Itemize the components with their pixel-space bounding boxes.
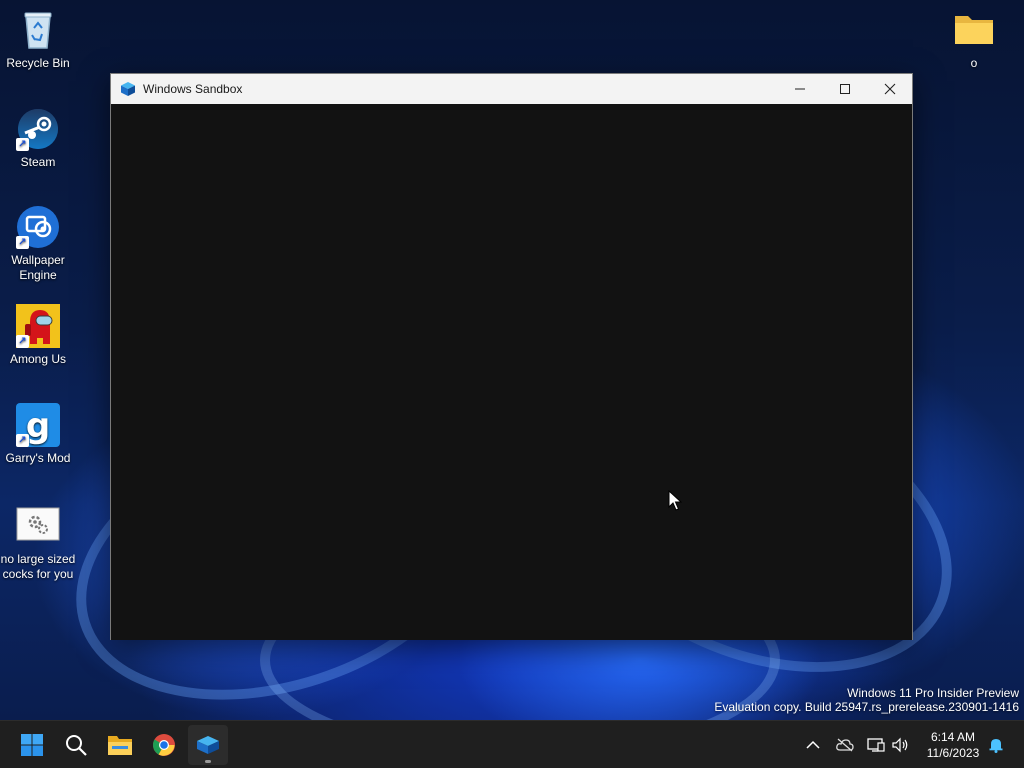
windows-sandbox-icon xyxy=(197,736,219,754)
start-button[interactable] xyxy=(12,725,52,765)
mouse-cursor-icon xyxy=(668,490,682,511)
windows-sandbox-taskbar-button[interactable] xyxy=(188,725,228,765)
running-indicator xyxy=(205,760,211,763)
minimize-icon xyxy=(795,88,805,90)
folder-icon xyxy=(952,8,996,52)
desktop-icon-label: Among Us xyxy=(9,352,67,366)
windows-start-icon xyxy=(21,734,43,756)
desktop-icon-wallpaper-engine[interactable]: ↗ Wallpaper Engine xyxy=(0,205,76,283)
desktop-icon-settings-file[interactable]: no large sized cocks for you xyxy=(0,504,76,582)
notifications-button[interactable] xyxy=(986,735,1006,755)
desktop-icon-garrys-mod[interactable]: g ↗ Garry's Mod xyxy=(0,403,76,466)
windows-sandbox-icon xyxy=(121,82,135,96)
search-icon xyxy=(66,735,87,756)
shortcut-arrow-icon: ↗ xyxy=(16,236,29,249)
settings-file-icon xyxy=(16,504,60,548)
recycle-bin-icon xyxy=(16,8,60,52)
desktop-icon-recycle-bin[interactable]: Recycle Bin xyxy=(0,8,76,71)
notification-bell-icon xyxy=(989,739,1003,753)
maximize-button[interactable] xyxy=(822,74,868,104)
volume-control[interactable] xyxy=(891,735,911,755)
network-status[interactable] xyxy=(866,735,886,755)
desktop-icon-folder[interactable]: o xyxy=(936,8,1012,71)
window-title: Windows Sandbox xyxy=(143,82,243,96)
chrome-button[interactable] xyxy=(144,725,184,765)
steam-icon: ↗ xyxy=(16,107,60,151)
desktop-icon-steam[interactable]: ↗ Steam xyxy=(0,107,76,170)
volume-icon xyxy=(892,737,908,753)
close-icon xyxy=(884,83,896,95)
chevron-up-icon xyxy=(806,740,820,749)
show-hidden-icons-button[interactable] xyxy=(803,735,823,755)
shortcut-arrow-icon: ↗ xyxy=(16,335,29,348)
network-icon xyxy=(867,738,885,752)
onedrive-status[interactable] xyxy=(835,735,855,755)
close-button[interactable] xyxy=(867,74,913,104)
desktop-icon-label: no large sized cocks for you xyxy=(0,552,76,581)
clock-time: 6:14 AM xyxy=(930,730,976,744)
chrome-icon xyxy=(153,734,175,756)
desktop-icon-label: Garry's Mod xyxy=(5,451,71,465)
minimize-button[interactable] xyxy=(777,74,823,104)
evaluation-watermark: Windows 11 Pro Insider Preview Evaluatio… xyxy=(714,686,1019,714)
shortcut-arrow-icon: ↗ xyxy=(16,434,29,447)
file-explorer-icon xyxy=(108,736,132,755)
watermark-line-1: Windows 11 Pro Insider Preview xyxy=(847,686,1019,700)
clock-date: 11/6/2023 xyxy=(926,746,980,760)
desktop-icon-label: Steam xyxy=(20,155,56,169)
taskbar-clock[interactable]: 6:14 AM 11/6/2023 xyxy=(918,729,988,761)
window-titlebar[interactable]: Windows Sandbox xyxy=(111,74,912,104)
taskbar: 6:14 AM 11/6/2023 xyxy=(0,720,1024,768)
cloud-offline-icon xyxy=(836,738,854,752)
svg-text:g: g xyxy=(26,406,50,446)
sandbox-content[interactable] xyxy=(111,104,912,640)
among-us-icon: ↗ xyxy=(16,304,60,348)
garrys-mod-icon: g ↗ xyxy=(16,403,60,447)
desktop-icon-label: Recycle Bin xyxy=(6,56,70,70)
file-explorer-button[interactable] xyxy=(100,725,140,765)
watermark-line-2: Evaluation copy. Build 25947.rs_prerelea… xyxy=(714,700,1019,714)
maximize-icon xyxy=(840,84,850,94)
desktop-icon-label: Wallpaper Engine xyxy=(11,253,65,282)
search-button[interactable] xyxy=(56,725,96,765)
windows-sandbox-window[interactable]: Windows Sandbox xyxy=(110,73,913,640)
desktop-icon-label: o xyxy=(970,56,978,70)
desktop-icon-among-us[interactable]: ↗ Among Us xyxy=(0,304,76,367)
shortcut-arrow-icon: ↗ xyxy=(16,138,29,151)
wallpaper-engine-icon: ↗ xyxy=(16,205,60,249)
